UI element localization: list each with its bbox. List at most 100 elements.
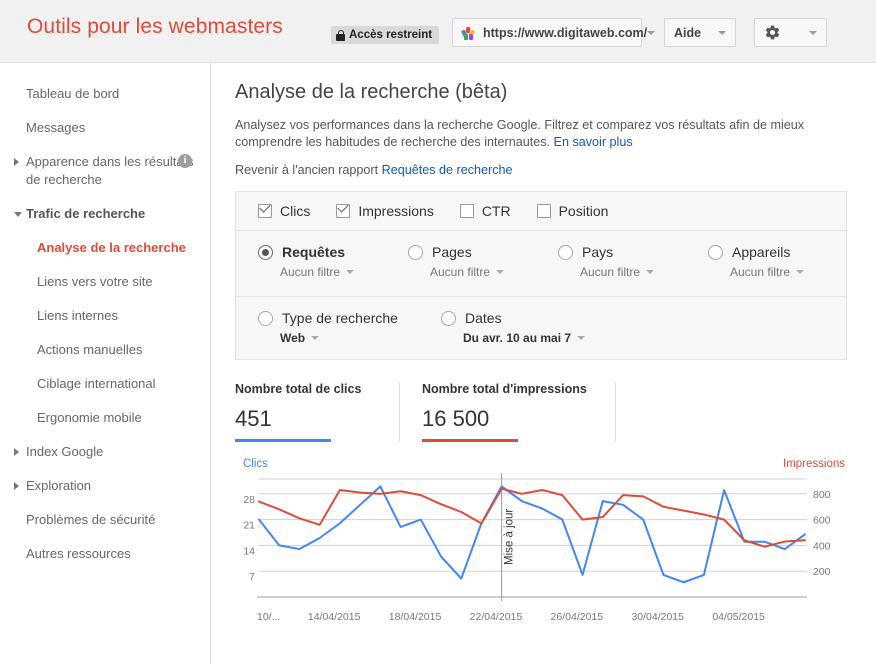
sidebar-item-2[interactable]: Apparence dans les résultats de recherch… <box>0 145 210 197</box>
sidebar-item-label: Analyse de la recherche <box>37 240 186 255</box>
sidebar-item-9[interactable]: Ergonomie mobile <box>0 401 210 435</box>
total-metric-value: 16 500 <box>422 406 587 432</box>
radio-unselected-icon[interactable] <box>408 245 423 260</box>
sidebar-item-3[interactable]: Trafic de recherche <box>0 197 210 231</box>
metric-checkbox-0[interactable]: Clics <box>258 203 310 219</box>
sidebar-item-1[interactable]: Messages <box>0 111 210 145</box>
total-metric-card-0: Nombre total de clics451 <box>235 382 399 442</box>
chart-x-tick-label: 30/04/2015 <box>631 611 684 623</box>
page-description: Analysez vos performances dans la recher… <box>235 117 839 151</box>
filter-panel: Clics Impressions CTR Position Requêtes Aucu… <box>235 191 847 360</box>
radio-selected-icon[interactable] <box>258 245 273 260</box>
chevron-down-icon <box>577 336 585 340</box>
sidebar-item-11[interactable]: Exploration <box>0 469 210 503</box>
page-description-text: Analysez vos performances dans la recher… <box>235 118 804 149</box>
radio-unselected-icon[interactable] <box>558 245 573 260</box>
legacy-report-link[interactable]: Requêtes de recherche <box>382 163 513 177</box>
metric-checkbox-label: Clics <box>280 203 310 219</box>
dimension-option-dimensions-0[interactable]: Requêtes Aucun filtre <box>258 244 354 279</box>
chart-series-line-0 <box>259 486 805 582</box>
dimension-option-dimensions-3[interactable]: Appareils Aucun filtre <box>708 244 804 279</box>
sidebar-item-label: Ciblage international <box>37 376 156 391</box>
dimension-filter-value: Aucun filtre <box>730 265 790 279</box>
info-icon[interactable]: i <box>178 154 192 168</box>
chevron-down-icon <box>311 336 319 340</box>
sidebar-item-label: Liens internes <box>37 308 118 323</box>
app-header: Outils pour les webmasters Accès restrei… <box>0 0 876 63</box>
dimension-filter-dropdown[interactable]: Du avr. 10 au mai 7 <box>463 331 585 345</box>
sidebar-item-0[interactable]: Tableau de bord <box>0 77 210 111</box>
dimension-filter-dropdown[interactable]: Aucun filtre <box>730 265 804 279</box>
sidebar-item-6[interactable]: Liens internes <box>0 299 210 333</box>
chart-plot-area: 7142128200400600800Mise à jour <box>235 473 847 611</box>
dimension-option-dimensions-2[interactable]: Pays Aucun filtre <box>558 244 654 279</box>
radio-unselected-icon[interactable] <box>708 245 723 260</box>
sidebar-item-label: Autres ressources <box>26 546 131 561</box>
performance-chart: Clics Impressions 7142128200400600800Mis… <box>235 458 847 628</box>
chart-legend-impressions: Impressions <box>783 458 845 470</box>
radio-unselected-icon[interactable] <box>441 311 456 326</box>
site-selector-dropdown[interactable]: https://www.digitaweb.com/ <box>452 18 642 47</box>
dimension-filter-value: Aucun filtre <box>580 265 640 279</box>
checkbox-unchecked-icon[interactable] <box>460 204 474 218</box>
dimension-filter-value: Aucun filtre <box>280 265 340 279</box>
checkbox-checked-icon[interactable] <box>258 204 272 218</box>
dimension-radio-head[interactable]: Requêtes <box>258 244 354 260</box>
chart-x-tick-label: 14/04/2015 <box>308 611 361 623</box>
sidebar-item-4[interactable]: Analyse de la recherche <box>0 231 210 265</box>
chart-x-axis-labels: 10/...14/04/201518/04/201522/04/201526/0… <box>235 611 847 627</box>
page-title: Analyse de la recherche (bêta) <box>235 81 876 104</box>
chevron-right-icon <box>14 158 19 166</box>
dimension-radio-head[interactable]: Pays <box>558 244 654 260</box>
site-selector-url: https://www.digitaweb.com/ <box>483 26 647 40</box>
chevron-right-icon <box>14 482 19 490</box>
dimension-option-extra-1[interactable]: Dates Du avr. 10 au mai 7 <box>441 310 585 345</box>
dimension-filter-dropdown[interactable]: Web <box>280 331 398 345</box>
metric-checkbox-label: Impressions <box>358 203 433 219</box>
sidebar-item-5[interactable]: Liens vers votre site <box>0 265 210 299</box>
restricted-access-label: Accès restreint <box>349 29 432 41</box>
sidebar-item-label: Actions manuelles <box>37 342 143 357</box>
dimension-filter-dropdown[interactable]: Aucun filtre <box>580 265 654 279</box>
chart-x-tick-label: 04/05/2015 <box>712 611 765 623</box>
sidebar-item-label: Ergonomie mobile <box>37 410 142 425</box>
metric-checkbox-2[interactable]: CTR <box>460 203 511 219</box>
chevron-down-icon <box>346 270 354 274</box>
sidebar-item-10[interactable]: Index Google <box>0 435 210 469</box>
checkbox-checked-icon[interactable] <box>336 204 350 218</box>
chevron-down-icon <box>809 31 817 35</box>
settings-button[interactable] <box>754 18 827 47</box>
chevron-down-icon <box>718 31 726 35</box>
dimension-filter-dropdown[interactable]: Aucun filtre <box>430 265 504 279</box>
dimension-option-dimensions-1[interactable]: Pages Aucun filtre <box>408 244 504 279</box>
totals-row: Nombre total de clics451 Nombre total d'i… <box>235 382 847 442</box>
legacy-report-text: Revenir à l'ancien rapport <box>235 163 382 177</box>
dimension-filter-dropdown[interactable]: Aucun filtre <box>280 265 354 279</box>
chart-y-tick-right: 400 <box>813 540 831 552</box>
sidebar-item-12[interactable]: Problèmes de sécurité <box>0 503 210 537</box>
sidebar-item-8[interactable]: Ciblage international <box>0 367 210 401</box>
help-button[interactable]: Aide <box>664 18 736 47</box>
checkbox-unchecked-icon[interactable] <box>537 204 551 218</box>
dimension-label: Pays <box>582 244 613 260</box>
radio-unselected-icon[interactable] <box>258 311 273 326</box>
metric-checkbox-label: CTR <box>482 203 511 219</box>
metric-checkbox-3[interactable]: Position <box>537 203 609 219</box>
learn-more-link[interactable]: En savoir plus <box>554 135 633 149</box>
dimension-filter-value: Du avr. 10 au mai 7 <box>463 331 571 345</box>
sidebar-item-7[interactable]: Actions manuelles <box>0 333 210 367</box>
chart-x-tick-label: 26/04/2015 <box>551 611 604 623</box>
status-badge-restricted-access: Accès restreint <box>331 26 439 44</box>
sidebar-item-13[interactable]: Autres ressources <box>0 537 210 571</box>
metric-checkbox-1[interactable]: Impressions <box>336 203 433 219</box>
dimension-radio-head[interactable]: Type de recherche <box>258 310 398 326</box>
dimension-radio-head[interactable]: Pages <box>408 244 504 260</box>
total-metric-label: Nombre total d'impressions <box>422 382 587 396</box>
dimension-label: Dates <box>465 310 502 326</box>
chart-y-tick-right: 600 <box>813 515 831 527</box>
totals-divider <box>615 382 616 442</box>
dimension-radio-head[interactable]: Dates <box>441 310 585 326</box>
dimension-option-extra-0[interactable]: Type de recherche Web <box>258 310 398 345</box>
dimension-radio-head[interactable]: Appareils <box>708 244 804 260</box>
sidebar-item-label: Liens vers votre site <box>37 274 153 289</box>
